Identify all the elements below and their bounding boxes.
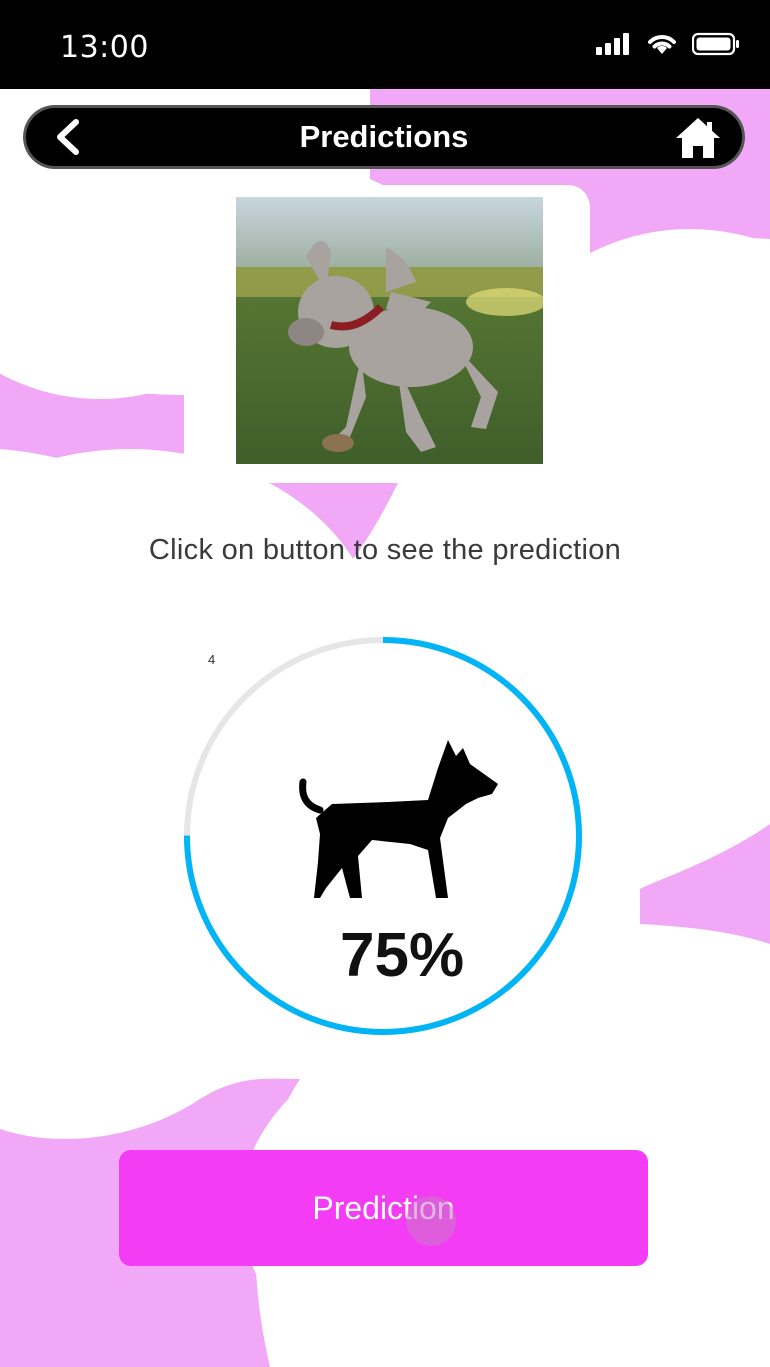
home-button[interactable] bbox=[674, 116, 722, 160]
dog-photo bbox=[236, 197, 543, 464]
chevron-left-icon bbox=[57, 119, 79, 155]
touch-indicator bbox=[406, 1196, 456, 1246]
home-icon bbox=[676, 118, 720, 158]
status-time: 13:00 bbox=[60, 30, 149, 65]
instruction-text: Click on button to see the prediction bbox=[148, 534, 622, 566]
header-bar: Predictions bbox=[26, 108, 742, 166]
status-icons bbox=[596, 32, 740, 56]
dog-photo-image bbox=[236, 197, 543, 464]
wifi-icon bbox=[648, 35, 676, 54]
signal-icon bbox=[596, 33, 629, 55]
prediction-percent: 75% bbox=[340, 921, 465, 990]
status-bar: 13:00 bbox=[0, 0, 770, 89]
back-button[interactable] bbox=[48, 116, 88, 158]
prediction-button[interactable]: Prediction bbox=[119, 1150, 648, 1266]
page-title: Predictions bbox=[299, 119, 469, 154]
battery-icon bbox=[692, 32, 739, 56]
dog-icon bbox=[299, 740, 498, 898]
app-screen: 13:00 Predictions Click on button to see… bbox=[0, 0, 770, 1367]
